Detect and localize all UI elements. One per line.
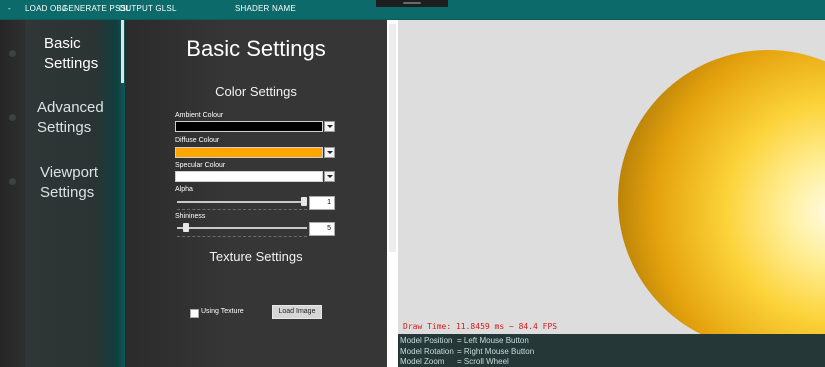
help-key: Model Rotation [400, 347, 454, 356]
nav-active-indicator [121, 20, 124, 83]
help-value: = Scroll Wheel [457, 357, 509, 366]
output-glsl-menu[interactable]: OUTPUT GLSL [119, 4, 177, 13]
help-line: Model Position = Left Mouse Button [400, 336, 529, 345]
nav-basic-settings[interactable]: Basic Settings [44, 34, 98, 74]
rail-dot-icon [9, 114, 16, 121]
using-texture-checkbox[interactable] [190, 309, 199, 318]
using-texture-label: Using Texture [201, 308, 244, 315]
diffuse-colour-label: Diffuse Colour [175, 137, 220, 144]
menu-bar: - LOAD OBJ GENERATE PSSL OUTPUT GLSL SHA… [0, 0, 825, 20]
help-value: = Left Mouse Button [457, 336, 529, 345]
menu-collapse-button[interactable]: - [8, 4, 11, 13]
draw-time-readout: Draw Time: 11.8459 ms ~ 84.4 FPS [403, 322, 558, 331]
window-drag-handle[interactable] [376, 0, 448, 7]
help-key: Model Zoom [400, 357, 445, 366]
settings-nav: Basic Settings Advanced Settings Viewpor… [25, 20, 125, 367]
alpha-value-input[interactable]: 1 [309, 196, 335, 210]
specular-colour-field[interactable] [175, 171, 323, 182]
specular-colour-dropdown[interactable] [324, 171, 335, 182]
alpha-slider-ticks [177, 209, 307, 210]
rail-dot-icon [9, 50, 16, 57]
rail-dot-icon [9, 178, 16, 185]
shininess-slider[interactable] [177, 227, 307, 229]
alpha-slider-thumb[interactable] [301, 197, 307, 206]
help-value: = Right Mouse Button [457, 347, 535, 356]
chevron-down-icon [326, 175, 333, 178]
load-image-button[interactable]: Load Image [272, 305, 322, 319]
panel-scrollbar[interactable] [387, 20, 398, 367]
nav-viewport-settings[interactable]: Viewport Settings [40, 163, 98, 203]
ambient-colour-dropdown[interactable] [324, 121, 335, 132]
rendered-sphere [618, 50, 825, 334]
settings-panel: Basic Settings Color Settings Ambient Co… [125, 20, 387, 367]
alpha-label: Alpha [175, 186, 193, 193]
ambient-colour-label: Ambient Colour [175, 112, 224, 119]
alpha-slider[interactable] [177, 201, 307, 203]
shininess-label: Shininess [175, 213, 206, 220]
texture-settings-heading: Texture Settings [209, 249, 303, 264]
shininess-slider-ticks [177, 236, 307, 237]
scrollbar-thumb[interactable] [389, 24, 396, 252]
specular-colour-label: Specular Colour [175, 162, 226, 169]
shininess-value-input[interactable]: 5 [309, 222, 335, 236]
3d-viewport[interactable]: Draw Time: 11.8459 ms ~ 84.4 FPS [398, 20, 825, 334]
load-obj-menu[interactable]: LOAD OBJ [25, 4, 66, 13]
color-settings-heading: Color Settings [215, 84, 297, 99]
nav-advanced-settings[interactable]: Advanced Settings [37, 98, 104, 138]
help-line: Model Zoom = Scroll Wheel [400, 357, 509, 366]
help-key: Model Position [400, 336, 453, 345]
diffuse-colour-field[interactable] [175, 147, 323, 158]
shininess-slider-thumb[interactable] [183, 223, 190, 232]
shader-name-menu[interactable]: SHADER NAME [235, 4, 296, 13]
controls-help: Model Position = Left Mouse Button Model … [398, 334, 825, 367]
diffuse-colour-dropdown[interactable] [324, 147, 335, 158]
drag-grip-icon [403, 2, 421, 4]
page-title: Basic Settings [186, 36, 326, 61]
help-line: Model Rotation = Right Mouse Button [400, 347, 534, 356]
ambient-colour-field[interactable] [175, 121, 323, 132]
chevron-down-icon [326, 151, 333, 154]
chevron-down-icon [326, 125, 333, 128]
left-rail [0, 20, 25, 367]
